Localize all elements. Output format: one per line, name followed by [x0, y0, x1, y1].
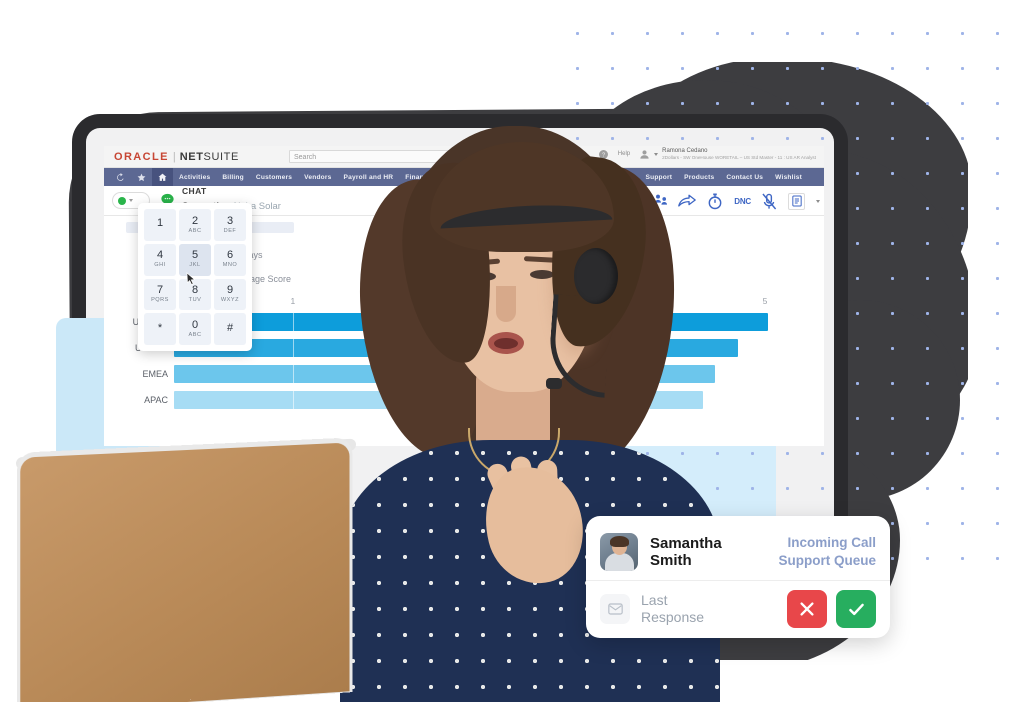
incoming-call-card: Samantha Smith Incoming Call Support Que… [586, 516, 890, 638]
netsuite-wordmark-rest: SUITE [203, 150, 239, 163]
scene-root: ORACLE | NETSUITE Search ? Help Ramona C… [0, 0, 1024, 702]
chevron-down-icon [129, 199, 133, 202]
dialpad-key-number: * [157, 321, 163, 334]
call-status-line-1: Incoming Call [787, 535, 876, 551]
dialpad-key-letters: WXYZ [220, 297, 240, 304]
blob-mask-top [0, 0, 1024, 62]
dialpad-key-2[interactable]: 2 ABC [179, 209, 211, 241]
chart-category-label: APAC [144, 395, 168, 405]
netsuite-wordmark-bold: NET [179, 150, 204, 163]
notes-button[interactable] [788, 192, 805, 210]
dialpad-key-number: 1 [156, 217, 164, 230]
caller-avatar [600, 533, 638, 571]
dialpad-key-letters: MNO [222, 262, 238, 269]
menu-right-item-4[interactable]: Wishlist [769, 174, 808, 181]
status-available-dot [118, 196, 126, 205]
dialpad-popup[interactable]: 1 2 ABC 3 DEF 4 GHI 5 JKL 6 MNO 7 PQRS 8 [138, 203, 252, 351]
last-response-line-2: Response [641, 609, 705, 625]
last-response-label: Last Response [641, 592, 704, 626]
notes-icon [791, 195, 802, 207]
dialpad-key-9[interactable]: 9 WXYZ [214, 278, 246, 311]
dialpad-key-letters: ABC [188, 227, 202, 234]
check-icon [848, 603, 864, 615]
mouth-inner [494, 338, 518, 349]
menu-item-0[interactable]: Activities [173, 174, 216, 181]
avatar-body [605, 553, 634, 571]
dialpad-key-number: 7 [156, 284, 164, 297]
dnc-label: DNC [734, 196, 751, 206]
menu-item-1[interactable]: Billing [216, 174, 250, 181]
dialpad-key-number: 9 [226, 284, 234, 297]
chevron-down-icon[interactable] [816, 199, 820, 203]
headset-microphone [546, 378, 562, 389]
envelope-icon [600, 594, 630, 624]
dialpad-key-number: 3 [226, 214, 234, 227]
axis-tick-4: 5 [762, 296, 768, 306]
netsuite-wordmark: NETSUITE [180, 151, 239, 163]
mute-button[interactable] [762, 193, 777, 210]
dialpad-key-number: # [226, 321, 234, 334]
call-card-header: Samantha Smith Incoming Call Support Que… [600, 526, 876, 578]
dialpad-key-number: 2 [191, 214, 199, 227]
caller-last-name: Smith [650, 552, 692, 569]
dialpad-key-letters: TUV [188, 297, 202, 304]
dialpad-key-0[interactable]: 0 ABC [179, 313, 211, 345]
dialpad-key-letters: PQRS [151, 297, 169, 304]
recent-records-icon[interactable] [110, 168, 131, 186]
dialpad-key-7[interactable]: 7 PQRS [144, 278, 176, 311]
dnc-button[interactable]: DNC [734, 197, 751, 206]
dialpad-key-number: 8 [191, 284, 199, 297]
dialpad-key-letters: JKL [189, 262, 201, 269]
eye-right [530, 270, 554, 279]
microphone-muted-icon [762, 193, 777, 209]
menu-right-item-3[interactable]: Contact Us [720, 174, 769, 181]
favorites-star-icon[interactable] [131, 168, 152, 186]
dialpad-key-1[interactable]: 1 [144, 209, 176, 241]
home-icon[interactable] [152, 168, 173, 186]
nose [496, 286, 516, 322]
logo-divider: | [172, 150, 176, 163]
dialpad-key-number: 4 [156, 249, 164, 262]
dialpad-key-number: 0 [191, 318, 199, 331]
oracle-wordmark: ORACLE [114, 150, 169, 163]
dialpad-key-hash[interactable]: # [214, 313, 246, 345]
call-status: Incoming Call Support Queue [779, 534, 877, 569]
decline-call-button[interactable] [787, 590, 827, 628]
dialpad-key-4[interactable]: 4 GHI [144, 243, 176, 276]
dialpad-key-5[interactable]: 5 JKL [179, 243, 211, 276]
dialpad-key-number: 6 [226, 249, 234, 262]
close-icon [800, 602, 814, 616]
dialpad-key-8[interactable]: 8 TUV [179, 278, 211, 311]
dialpad-key-6[interactable]: 6 MNO [214, 243, 246, 276]
call-status-line-2: Support Queue [778, 553, 877, 568]
dialpad-key-letters: DEF [223, 227, 237, 234]
laptop-lid [20, 442, 350, 702]
dialpad-key-number: 5 [191, 249, 199, 262]
dialpad-key-letters: ABC [188, 331, 202, 338]
caller-first-name: Samantha [650, 534, 722, 552]
dialpad-key-star[interactable]: * [144, 313, 176, 345]
caller-name: Samantha Smith [650, 535, 722, 570]
axis-tick-0: 1 [290, 296, 296, 306]
call-card-footer: Last Response [600, 581, 876, 637]
chart-category-label: EMEA [142, 369, 168, 379]
menu-item-2[interactable]: Customers [250, 174, 298, 181]
accept-call-button[interactable] [836, 590, 876, 628]
dialpad-key-letters: GHI [154, 262, 166, 269]
last-response-line-1: Last [641, 592, 668, 609]
cti-channel-label: CHAT [182, 185, 207, 196]
dialpad-key-3[interactable]: 3 DEF [214, 209, 246, 241]
netsuite-logo: ORACLE | NETSUITE [114, 151, 239, 163]
call-action-buttons [787, 590, 876, 628]
blob-mask-right [968, 0, 1024, 702]
avatar-hair [610, 536, 629, 547]
